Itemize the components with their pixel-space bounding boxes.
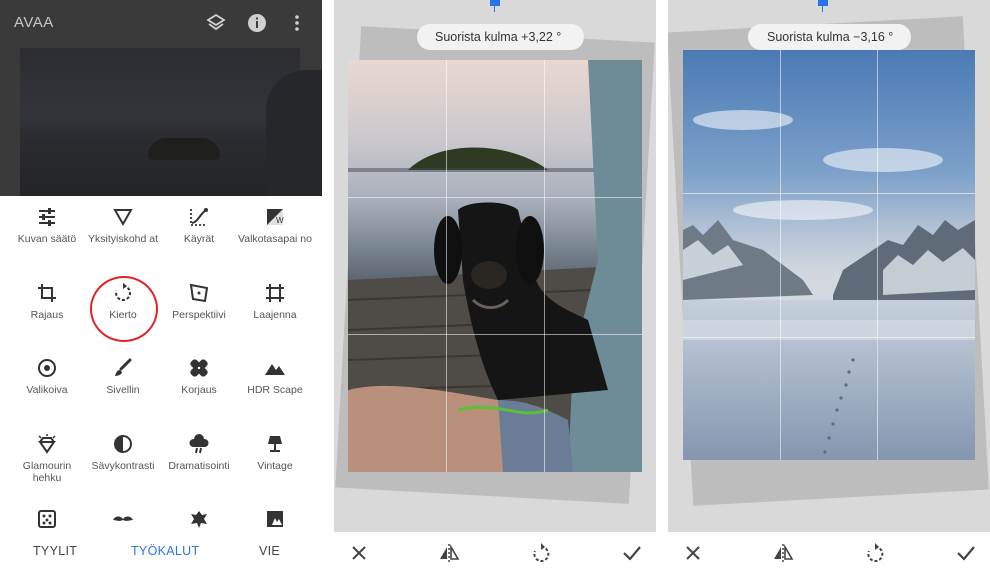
tool-label: Dramatisointi [168, 460, 230, 472]
grid-line [877, 50, 878, 460]
layers-icon[interactable] [205, 12, 227, 34]
mustache-icon [113, 516, 133, 521]
dachshund-on-dock-photo[interactable] [348, 60, 642, 472]
tool-label: Korjaus [181, 384, 217, 396]
white-balance-icon: W [267, 209, 284, 225]
grunge-icon [191, 511, 207, 528]
top-bar: AVAA [0, 0, 322, 48]
rotation-indicator [490, 0, 500, 6]
tool-label: Sivellin [106, 384, 140, 396]
tool-label: Glamourin hehku [22, 460, 72, 484]
healing-icon [190, 359, 208, 377]
tab-export[interactable]: VIE [259, 544, 280, 558]
tool-label: HDR Scape [247, 384, 303, 396]
bottom-nav: TYYLIT TYÖKALUT VIE [0, 532, 322, 573]
tool-label: Vintage [257, 460, 293, 472]
tool-white-balance[interactable]: W Valkotasapai no [236, 206, 314, 245]
tab-tools[interactable]: TYÖKALUT [131, 544, 199, 558]
info-icon[interactable] [246, 12, 268, 34]
mirror-icon[interactable] [438, 543, 460, 563]
drama-cloud-icon [189, 434, 209, 454]
tool-crop[interactable]: Rajaus [8, 282, 86, 321]
perspective-icon [189, 283, 209, 303]
tool-tonal-contrast[interactable]: Sävykontrasti [84, 433, 162, 472]
rotation-indicator-line [822, 6, 823, 12]
grid-line [780, 50, 781, 460]
tool-label: Perspektiivi [172, 309, 226, 321]
details-triangle-icon [113, 209, 133, 227]
tool-label: Kuvan säätö [17, 233, 77, 245]
grid-line [348, 334, 642, 335]
tune-sliders-icon [39, 208, 55, 226]
rotate-icon[interactable] [532, 543, 550, 563]
tool-label: Laajenna [253, 309, 297, 321]
grid-line [348, 197, 642, 198]
check-icon[interactable] [956, 544, 976, 562]
tool-label: Käyrät [183, 233, 215, 245]
mirror-icon[interactable] [772, 543, 794, 563]
more-vert-icon[interactable] [286, 12, 308, 34]
svg-text:W: W [276, 216, 284, 225]
tool-curves[interactable]: Käyrät [160, 206, 238, 245]
tab-styles[interactable]: TYYLIT [33, 544, 77, 558]
glamour-glow-icon [38, 434, 56, 454]
tool-hdr-scape[interactable]: HDR Scape [236, 357, 314, 396]
tool-glamour-glow[interactable]: Glamourin hehku [8, 433, 86, 484]
tool-selective[interactable]: Valikoiva [8, 357, 86, 396]
tool-perspective[interactable]: Perspektiivi [160, 282, 238, 321]
rotation-indicator-line [494, 6, 495, 12]
tool-grainy-film[interactable] [8, 508, 86, 530]
tool-drama[interactable]: Dramatisointi [160, 433, 238, 472]
preview-island [148, 138, 220, 160]
rotation-indicator [818, 0, 828, 6]
tool-retrolux[interactable] [84, 508, 162, 530]
open-button[interactable]: AVAA [14, 14, 54, 31]
grid-line [683, 337, 975, 338]
close-icon[interactable] [350, 544, 368, 562]
tool-label: Valikoiva [26, 384, 68, 396]
preview-photo [20, 48, 300, 196]
selective-icon [38, 359, 56, 377]
tool-label: Yksityiskohd at [87, 233, 159, 245]
tool-label: Valkotasapai no [238, 233, 312, 245]
snowy-field-photo[interactable] [683, 50, 975, 460]
tool-expand[interactable]: Laajenna [236, 282, 314, 321]
hdr-mountains-icon [265, 364, 285, 375]
tool-details[interactable]: Yksityiskohd at [84, 206, 162, 245]
check-icon[interactable] [622, 544, 642, 562]
tool-vintage[interactable]: Vintage [236, 433, 314, 472]
curves-icon [190, 208, 208, 226]
crop-icon [38, 284, 56, 302]
expand-icon [266, 284, 284, 302]
tool-tune-image[interactable]: Kuvan säätö [8, 206, 86, 245]
tonal-contrast-icon [114, 435, 132, 453]
snow-scene [683, 50, 975, 460]
vintage-lamp-icon [268, 436, 282, 452]
straighten-angle-label-overlay: Suorista kulma +3,22 ° [417, 24, 580, 50]
preview-arm [266, 70, 322, 196]
highlight-circle [90, 276, 158, 342]
grid-line [683, 193, 975, 194]
tool-black-white[interactable] [236, 508, 314, 530]
tool-brush[interactable]: Sivellin [84, 357, 162, 396]
editor-toolbar-dog [334, 532, 656, 573]
grainy-film-icon [38, 510, 56, 528]
close-icon[interactable] [684, 544, 702, 562]
editor-toolbar-snow [668, 532, 990, 573]
straighten-angle-label-overlay: Suorista kulma −3,16 ° [749, 24, 912, 50]
grid-line [544, 60, 545, 472]
brush-icon [115, 358, 132, 376]
rotate-icon[interactable] [866, 543, 884, 563]
dog-scene [348, 60, 642, 472]
black-white-icon [267, 511, 283, 527]
grid-line [446, 60, 447, 472]
tools-panel: AVAA Kuvan säätö Yksityiskohd at Käyrät … [0, 0, 322, 573]
tool-grunge[interactable] [160, 508, 238, 530]
tool-label: Rajaus [30, 309, 64, 321]
tool-label: Sävykontrasti [91, 460, 155, 472]
tool-healing[interactable]: Korjaus [160, 357, 238, 396]
